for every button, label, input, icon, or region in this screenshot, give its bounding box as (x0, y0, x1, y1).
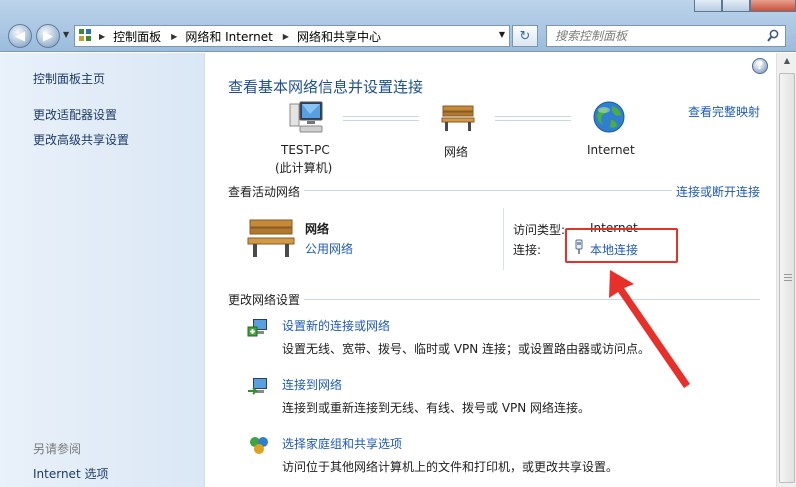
highlight-box (565, 228, 678, 263)
breadcrumb-network-internet[interactable]: ▶ 网络和 Internet (171, 28, 273, 45)
bench-icon (247, 219, 295, 257)
forward-arrow-icon: ▶ (43, 28, 53, 44)
nav-change-adapter-settings[interactable]: 更改适配器设置 (33, 106, 117, 123)
connections-label: 连接: (513, 243, 542, 257)
computer-name-label: TEST-PC (281, 143, 330, 157)
breadcrumb-control-panel[interactable]: ▶ 控制面板 (99, 28, 161, 45)
control-panel-icon (79, 29, 93, 43)
chevron-right-icon: ▶ (171, 31, 178, 41)
active-networks-heading: 查看活动网络 (228, 183, 305, 200)
computer-sub-label: (此计算机) (275, 161, 333, 175)
access-type-label: 访问类型: (513, 223, 566, 237)
network-type-link[interactable]: 公用网络 (305, 240, 353, 257)
nav-change-advanced-sharing[interactable]: 更改高级共享设置 (33, 131, 129, 148)
help-icon[interactable]: ? (752, 58, 768, 74)
close-button[interactable] (750, 0, 796, 12)
breadcrumb-network-sharing-center[interactable]: ▶ 网络和共享中心 (283, 28, 381, 45)
bench-icon (441, 105, 475, 131)
minimize-button[interactable] (694, 0, 722, 12)
network-map-label: 网络 (444, 145, 469, 159)
refresh-icon: ↻ (519, 28, 531, 44)
see-also-heading: 另请参阅 (33, 442, 82, 456)
recent-pages-dropdown[interactable]: ▼ (63, 30, 69, 39)
vertical-scrollbar[interactable]: ▲ (776, 53, 796, 487)
active-network-name: 网络 (305, 222, 330, 236)
computer-icon (289, 101, 323, 133)
homegroup-icon (250, 437, 268, 454)
task-desc: 设置无线、宽带、拨号、临时或 VPN 连接；或设置路由器或访问点。 (282, 342, 651, 356)
nav-internet-options[interactable]: Internet 选项 (33, 465, 108, 482)
view-full-map-link[interactable]: 查看完整映射 (688, 103, 760, 120)
map-connector (495, 116, 571, 121)
scroll-thumb[interactable] (779, 73, 795, 483)
change-settings-heading: 更改网络设置 (228, 291, 305, 308)
task-connect-to-network[interactable]: 连接到网络 (282, 376, 342, 393)
address-dropdown-icon[interactable]: ▼ (499, 30, 505, 39)
globe-icon (593, 101, 625, 133)
window-buttons (694, 0, 796, 12)
page-title: 查看基本网络信息并设置连接 (228, 78, 424, 96)
new-connection-icon (247, 319, 267, 337)
maximize-button[interactable] (722, 0, 750, 12)
forward-button[interactable]: ▶ (36, 24, 60, 48)
window-toolbar: ◀ ▶ ▼ ▶ 控制面板 ▶ 网络和 Internet ▶ 网络和共享中心 ▼ ↻ 搜… (0, 0, 796, 52)
search-icon[interactable] (767, 29, 779, 43)
section-divider (228, 299, 760, 300)
task-setup-new-connection[interactable]: 设置新的连接或网络 (282, 317, 390, 334)
chevron-right-icon: ▶ (99, 31, 106, 41)
search-input[interactable]: 搜索控制面板 (546, 25, 786, 47)
back-arrow-icon: ◀ (15, 28, 25, 44)
task-homegroup-sharing[interactable]: 选择家庭组和共享选项 (282, 435, 402, 452)
scroll-up-icon[interactable]: ▲ (780, 56, 794, 70)
chevron-right-icon: ▶ (282, 31, 289, 41)
connect-network-icon (248, 378, 267, 395)
task-desc: 连接到或重新连接到无线、有线、拨号或 VPN 网络连接。 (282, 401, 591, 415)
refresh-button[interactable]: ↻ (512, 25, 538, 47)
connect-disconnect-link[interactable]: 连接或断开连接 (672, 183, 761, 200)
internet-map-label: Internet (587, 143, 635, 157)
task-desc: 访问位于其他网络计算机上的文件和打印机，或更改共享设置。 (282, 460, 619, 474)
vertical-divider (503, 208, 504, 270)
address-bar[interactable]: ▶ 控制面板 ▶ 网络和 Internet ▶ 网络和共享中心 ▼ (74, 25, 510, 47)
nav-control-panel-home[interactable]: 控制面板主页 (33, 70, 105, 87)
map-connector (343, 116, 419, 121)
back-button[interactable]: ◀ (8, 24, 32, 48)
